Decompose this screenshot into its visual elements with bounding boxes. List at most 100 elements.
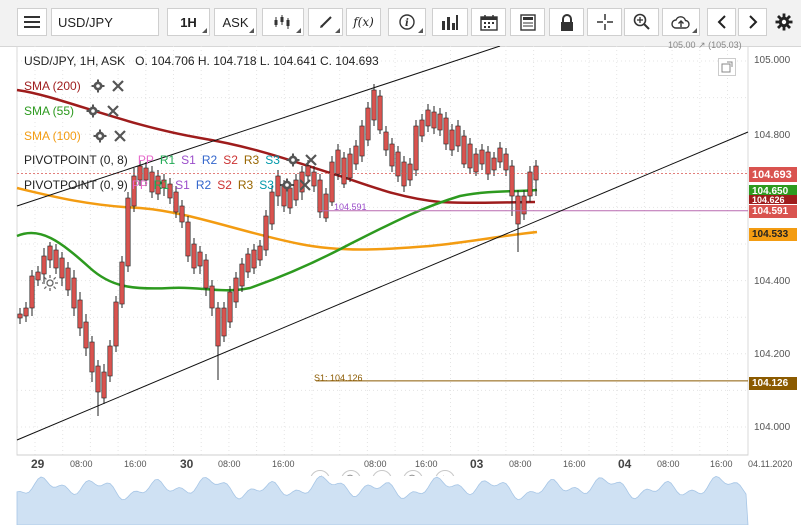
navigator-strip[interactable]: [0, 476, 801, 525]
sma100-price-tag: 104.533: [749, 228, 797, 241]
candle-body: [353, 145, 359, 165]
sun-icon[interactable]: [42, 275, 58, 291]
time-label: 03: [470, 457, 484, 471]
candle-body: [395, 151, 401, 177]
legend-r3: R3: [243, 153, 260, 167]
legend-sma55[interactable]: SMA (55): [24, 103, 120, 119]
candle-body: [77, 299, 83, 329]
candle-body: [491, 157, 497, 171]
chart-type-button[interactable]: [262, 8, 304, 36]
function-button[interactable]: f(x): [346, 8, 381, 36]
candle-body: [65, 267, 71, 291]
gear-icon[interactable]: [286, 153, 300, 167]
time-label: 08:00: [218, 459, 241, 469]
legend-sma200[interactable]: SMA (200): [24, 78, 125, 94]
legend-s2: S2: [217, 178, 232, 192]
legend-pivot2-label: PIVOTPOINT (0, 9): [24, 178, 128, 192]
candle-body: [197, 251, 203, 267]
candle-body: [23, 307, 29, 317]
pivot-price-tag: 104.591: [749, 205, 797, 218]
candle-body: [335, 149, 341, 175]
cloud-upload-icon: [671, 16, 690, 29]
candle-body: [95, 365, 101, 393]
candle-body: [413, 125, 419, 171]
time-label: 16:00: [272, 459, 295, 469]
price-chart[interactable]: [0, 46, 801, 525]
candle-body: [251, 249, 257, 269]
legend-pp: PP: [137, 153, 154, 167]
indicators-button[interactable]: [432, 8, 468, 36]
time-label: 04.11.2020: [748, 459, 793, 469]
candle-body: [125, 197, 131, 267]
candle-body: [521, 195, 527, 215]
chart-area[interactable]: 105.00 ↗ (105.03) 105.000 104.800 104.40…: [0, 40, 801, 525]
menu-button[interactable]: [17, 8, 47, 36]
candle-body: [173, 191, 179, 213]
pivot-line-label: 104.591: [334, 202, 367, 212]
candle-body: [503, 153, 509, 171]
zoom-button[interactable]: [624, 8, 659, 36]
gear-icon[interactable]: [91, 79, 105, 93]
price-type-selector[interactable]: ASK: [214, 8, 257, 36]
legend-s2: S2: [223, 153, 238, 167]
candle-body: [59, 257, 65, 279]
gear-icon[interactable]: [93, 129, 107, 143]
time-label: 08:00: [657, 459, 680, 469]
legend-r2: R2: [195, 178, 212, 192]
candle-body: [179, 205, 185, 223]
candle-body: [221, 307, 227, 337]
timeframe-selector[interactable]: 1H: [167, 8, 210, 36]
candle-body: [263, 215, 269, 251]
candle-body: [449, 129, 455, 151]
lock-icon: [560, 13, 573, 31]
close-icon[interactable]: [113, 129, 127, 143]
info-symbol: USD/JPY, 1H, ASK: [24, 54, 126, 68]
cloud-upload-button[interactable]: [662, 8, 700, 36]
legend-s1: S1: [175, 178, 190, 192]
crosshair-button[interactable]: [587, 8, 622, 36]
candle-body: [461, 135, 467, 165]
close-icon[interactable]: [106, 104, 120, 118]
legend-pp: PP: [131, 178, 148, 192]
gear-icon[interactable]: [280, 178, 294, 192]
candle-body: [341, 157, 347, 185]
settings-button[interactable]: [770, 8, 798, 36]
legend-sma100[interactable]: SMA (100): [24, 128, 127, 144]
info-button[interactable]: i: [388, 8, 426, 36]
close-icon[interactable]: [111, 79, 125, 93]
gear-icon[interactable]: [86, 104, 100, 118]
symbol-selector[interactable]: USD/JPY: [51, 8, 159, 36]
legend-r1: R1: [153, 178, 170, 192]
time-label: 30: [180, 457, 194, 471]
time-label: 04: [618, 457, 632, 471]
expand-icon: [721, 61, 733, 73]
prev-button[interactable]: [707, 8, 736, 36]
candle-body: [35, 271, 41, 281]
s1-price-tag: 104.126: [749, 377, 797, 390]
expand-button[interactable]: [718, 58, 736, 76]
draw-tool-button[interactable]: [308, 8, 343, 36]
candle-body: [311, 171, 317, 187]
candle-body: [89, 341, 95, 373]
news-button[interactable]: [510, 8, 545, 36]
sma200-price-tag: 104.626: [749, 195, 797, 205]
close-icon[interactable]: [304, 153, 318, 167]
lock-button[interactable]: [549, 8, 584, 36]
info-ohlc: O. 104.706 H. 104.718 L. 104.641 C. 104.…: [135, 54, 379, 68]
legend-pivot-1[interactable]: PIVOTPOINT (0, 8) PP R1 S1 R2 S2 R3 S3: [24, 152, 318, 168]
candle-body: [527, 171, 533, 197]
candle-body: [401, 161, 407, 187]
candle-body: [215, 307, 221, 347]
legend-pivot-2[interactable]: PIVOTPOINT (0, 9) PP R1 S1 R2 S2 R3 S3: [24, 177, 312, 193]
price-axis-top-partial: 105.00 ↗ (105.03): [668, 40, 742, 50]
time-label: 16:00: [710, 459, 733, 469]
legend-s3: S3: [265, 153, 280, 167]
info-row: USD/JPY, 1H, ASK O. 104.706 H. 104.718 L…: [24, 53, 379, 69]
time-label: 16:00: [563, 459, 586, 469]
next-button[interactable]: [738, 8, 767, 36]
calendar-button[interactable]: [471, 8, 506, 36]
close-icon[interactable]: [298, 178, 312, 192]
candle-body: [71, 277, 77, 309]
legend-s3: S3: [259, 178, 274, 192]
candle-body: [29, 275, 35, 309]
